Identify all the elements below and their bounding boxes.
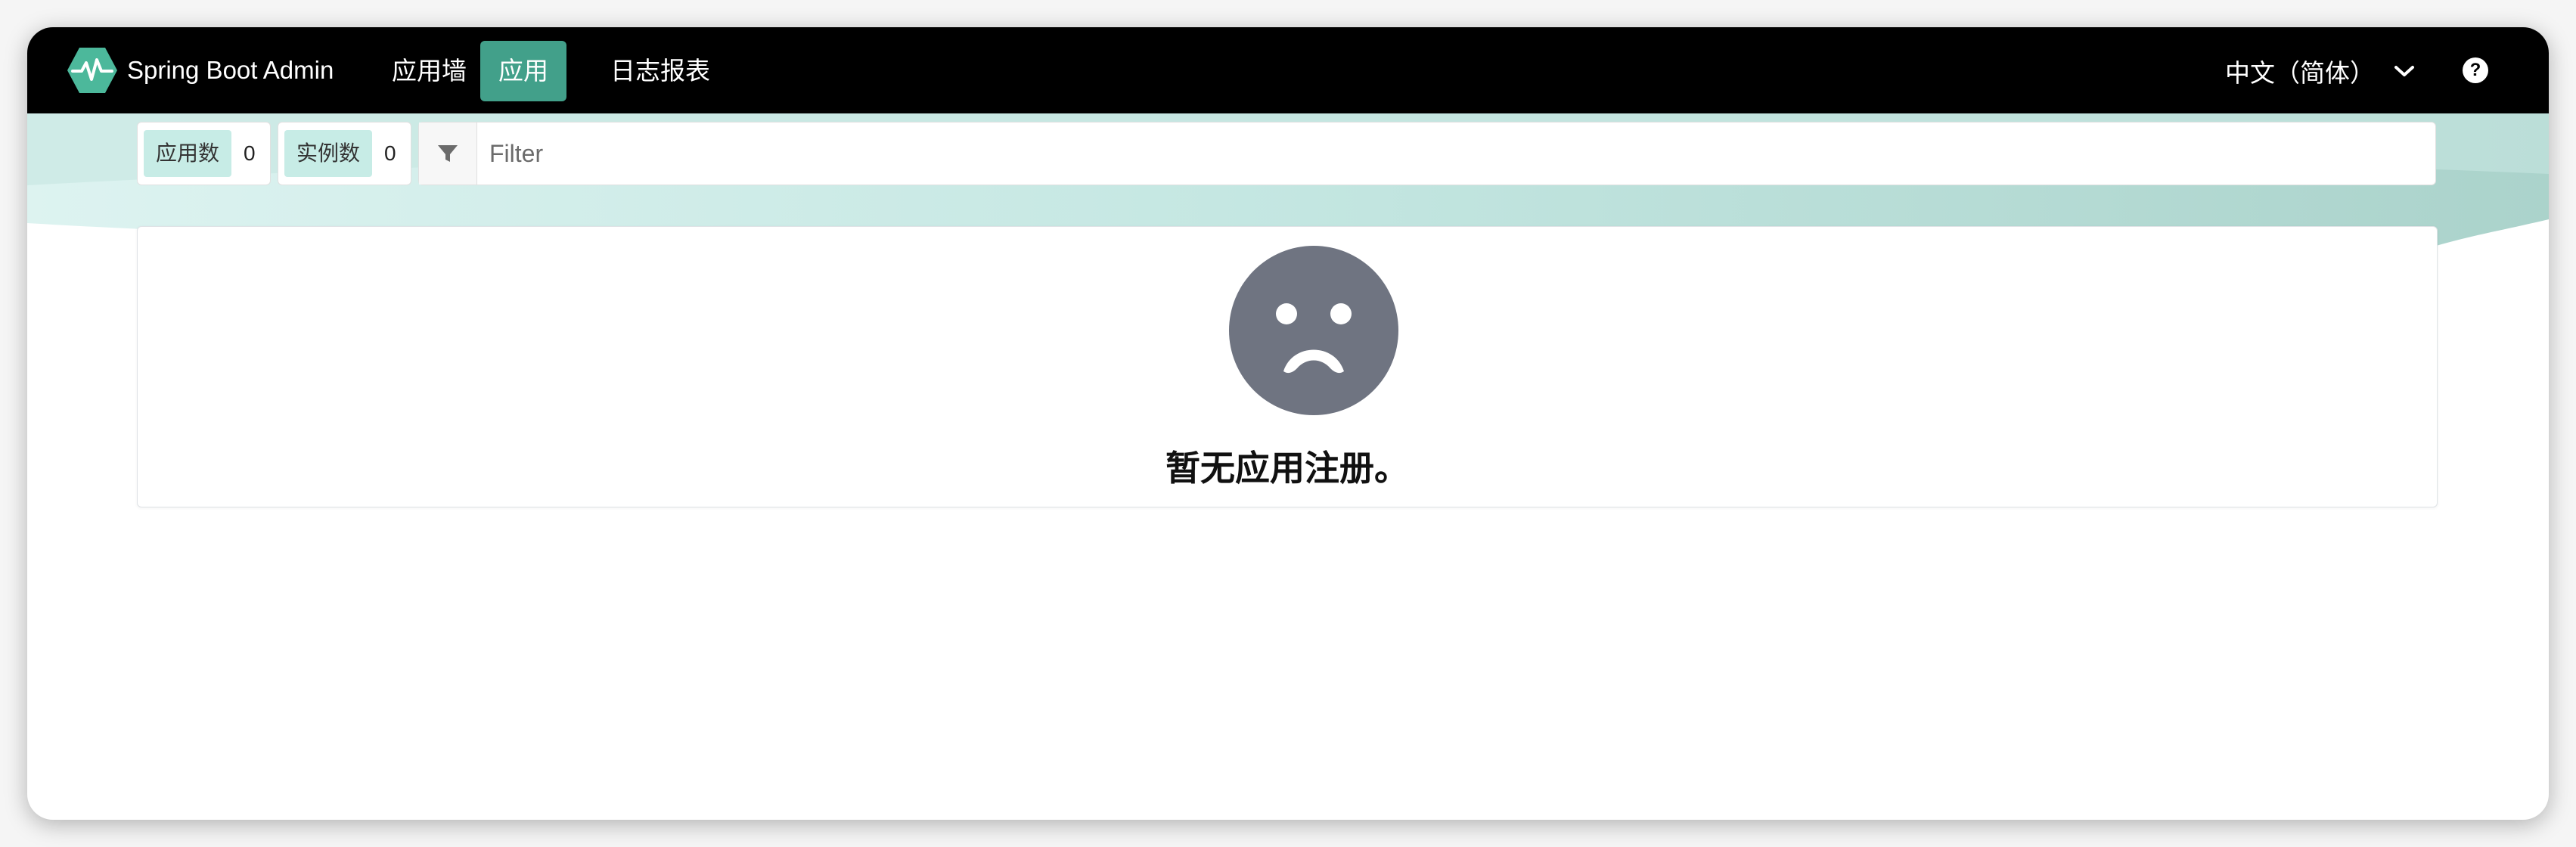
empty-state-message: 暂无应用注册。 [1165,448,1409,489]
language-selector[interactable]: 中文（简体） [2225,41,2416,101]
application-count: 应用数 0 [137,122,271,185]
application-count-label: 应用数 [144,130,232,177]
empty-state-card: 暂无应用注册。 [137,226,2438,507]
filter-field [418,122,2436,185]
filter-bar: 应用数 0 实例数 0 [137,122,2436,185]
instance-count-value: 0 [384,141,396,165]
browser-window: Spring Boot Admin 应用墙 应用 日志报表 中文（简体） ? 应… [27,27,2549,820]
chevron-down-icon [2394,66,2414,76]
help-icon[interactable]: ? [2463,57,2488,83]
sad-face-icon [1229,246,1398,415]
nav-application-wall[interactable]: 应用墙 [374,41,485,101]
nav-applications[interactable]: 应用 [480,41,566,101]
application-count-value: 0 [244,141,256,165]
brand[interactable]: Spring Boot Admin [67,45,334,96]
filter-icon-addon [419,123,477,185]
language-label: 中文（简体） [2225,59,2375,87]
instance-count-label: 实例数 [284,130,373,177]
brand-name: Spring Boot Admin [127,56,334,84]
filter-icon [438,145,458,162]
instance-count: 实例数 0 [278,122,411,185]
nav-log-reports[interactable]: 日志报表 [592,41,728,101]
spring-boot-admin-logo-icon [67,48,117,93]
filter-input[interactable] [477,123,2435,185]
top-navbar: Spring Boot Admin 应用墙 应用 日志报表 中文（简体） ? [27,27,2549,113]
